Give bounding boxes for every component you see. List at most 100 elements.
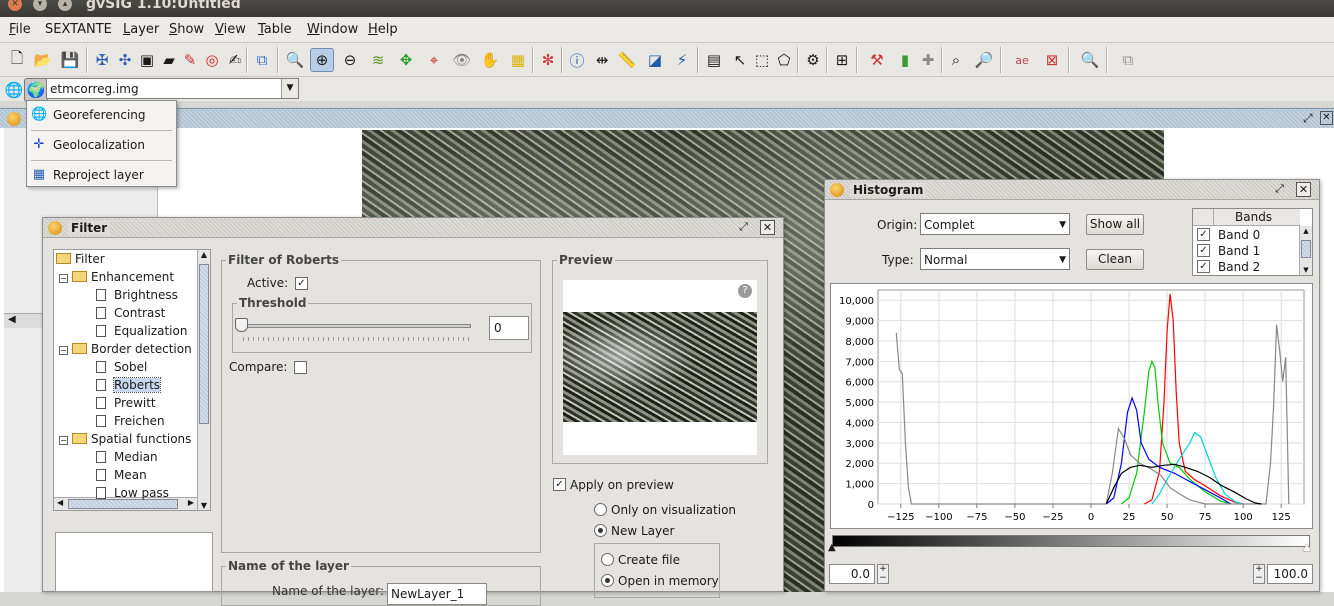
zoom-full-icon[interactable]: ✥ <box>394 48 418 72</box>
show-all-button[interactable]: Show all <box>1086 214 1144 235</box>
select-poly-icon[interactable]: ⬠ <box>772 48 796 72</box>
help-icon[interactable]: ? <box>738 284 752 298</box>
select-rect-icon[interactable]: ⬚ <box>750 48 774 72</box>
sextante-icon[interactable]: ✻ <box>536 48 560 72</box>
tree-node-spatial-functions[interactable]: − Spatial functions <box>59 431 191 448</box>
threshold-slider-track[interactable] <box>243 324 471 328</box>
type-select[interactable]: Normal ▼ <box>920 248 1070 270</box>
clean-button[interactable]: Clean <box>1086 249 1144 270</box>
open-memory-radio[interactable] <box>601 574 614 587</box>
band-checkbox[interactable]: ✓ <box>1197 244 1210 257</box>
max-stepper[interactable]: + − <box>1253 564 1265 584</box>
geo-menu-item-reproject-layer[interactable]: ▦ Reproject layer <box>27 162 176 188</box>
threshold-slider-handle[interactable] <box>235 318 248 332</box>
georef-menu-button[interactable]: 🌍 <box>24 78 48 102</box>
band-checkbox[interactable]: ✓ <box>1197 228 1210 241</box>
menu-sextante[interactable]: SEXTANTE <box>45 22 112 37</box>
close-window-button[interactable]: ✕ <box>8 0 22 11</box>
maximize-window-button[interactable]: ▴ <box>58 0 72 11</box>
measure-distance-icon[interactable]: ⇹ <box>590 48 614 72</box>
bands-scrollbar[interactable]: ▲ ▼ <box>1299 226 1312 275</box>
green-layer-icon[interactable]: ▮ <box>893 48 917 72</box>
zoom-out-icon[interactable]: ⊖ <box>338 48 362 72</box>
compare-checkbox[interactable] <box>294 361 307 374</box>
menu-view[interactable]: View <box>215 22 246 37</box>
hyperlink-icon[interactable]: ⚡ <box>670 48 694 72</box>
max-value-input[interactable]: 100.0 <box>1267 564 1313 584</box>
grid-icon[interactable]: ⊞ <box>830 48 854 72</box>
layer-name-input[interactable]: NewLayer_1 <box>387 583 487 605</box>
tree-node-mean[interactable]: Mean <box>96 467 147 484</box>
save-icon[interactable]: 💾 <box>58 48 82 72</box>
locator-icon[interactable]: ⌕ <box>944 48 968 72</box>
tree-node-filter[interactable]: Filter <box>56 251 105 268</box>
tree-node-brightness[interactable]: Brightness <box>96 287 178 304</box>
tree-node-equalization[interactable]: Equalization <box>96 323 187 340</box>
view-icon[interactable]: 👁 <box>450 48 474 72</box>
zoom-tool-icon[interactable]: 🔍 <box>283 48 307 72</box>
new-layer-radio[interactable] <box>594 524 607 537</box>
paint-tool-icon[interactable]: ✎ <box>178 48 202 72</box>
band-row[interactable]: ✓ Band 1 <box>1193 243 1300 259</box>
tree-vertical-scrollbar[interactable]: ▲ ▼ <box>197 250 210 510</box>
tree-node-border-detection[interactable]: − Border detection <box>59 341 192 358</box>
tree-node-enhancement[interactable]: − Enhancement <box>59 269 174 286</box>
threshold-input[interactable]: 0 <box>489 316 529 340</box>
ruler-icon[interactable]: 📏 <box>615 48 639 72</box>
raster-tool-icon[interactable]: ▣ <box>135 48 159 72</box>
range-gradient-bar[interactable] <box>832 535 1310 547</box>
magnifier-icon[interactable]: 🔍 <box>1078 48 1102 72</box>
georef-tool-icon[interactable]: ✠ <box>90 48 114 72</box>
chevron-down-icon[interactable]: ▼ <box>1059 220 1066 230</box>
pan-hand-icon[interactable]: ✋ <box>478 48 502 72</box>
chevron-down-icon[interactable]: ▼ <box>281 79 298 98</box>
min-stepper[interactable]: + − <box>877 564 889 584</box>
maximize-icon[interactable]: ⤢ <box>1303 111 1317 125</box>
close-icon[interactable]: ✕ <box>1320 111 1333 125</box>
transform-tool-icon[interactable]: ✣ <box>113 48 137 72</box>
collapse-icon[interactable]: − <box>59 436 68 445</box>
apply-preview-checkbox[interactable]: ✓ <box>553 478 566 491</box>
edit-icon[interactable]: ✍ <box>223 48 247 72</box>
layer-selector[interactable]: etmcorreg.img ▼ <box>46 78 299 99</box>
min-value-input[interactable]: 0.0 <box>829 564 875 584</box>
active-checkbox[interactable]: ✓ <box>295 277 308 290</box>
map-tool-icon[interactable]: ⊠ <box>1040 48 1064 72</box>
text-tool-icon[interactable]: ae <box>1010 48 1034 72</box>
globe-icon[interactable]: 🌐 <box>2 78 26 102</box>
table-icon[interactable]: ▤ <box>702 48 726 72</box>
menu-layer[interactable]: Layer <box>123 22 159 37</box>
max-range-handle[interactable]: ▲ <box>1303 542 1311 553</box>
collapse-icon[interactable]: − <box>59 274 68 283</box>
tree-node-low-pass[interactable]: Low pass <box>96 485 169 502</box>
menu-help[interactable]: Help <box>368 22 398 37</box>
select-icon[interactable]: ▦ <box>506 48 530 72</box>
band-row[interactable]: ✓ Band 2 <box>1193 259 1300 275</box>
zoom-select-icon[interactable]: ⌖ <box>422 48 446 72</box>
filter-tree[interactable]: ▲ ▼ ◀ ▶ Filter − Enhancement Brightness Cont… <box>53 249 211 511</box>
plus-icon[interactable]: ✚ <box>916 48 940 72</box>
geo-menu-item-geolocalization[interactable]: ✛ Geolocalization <box>27 132 176 158</box>
geo-menu-item-georeferencing[interactable]: 🌐 Georeferencing <box>27 102 176 128</box>
collapse-icon[interactable]: − <box>59 346 68 355</box>
info-icon[interactable]: ⓘ <box>565 48 589 72</box>
tree-node-freichen[interactable]: Freichen <box>96 413 165 430</box>
menu-file[interactable]: File <box>9 22 31 37</box>
layers-icon[interactable]: ≋ <box>366 48 390 72</box>
maximize-icon[interactable]: ⤢ <box>736 220 751 235</box>
tree-node-contrast[interactable]: Contrast <box>96 305 165 322</box>
tools-icon[interactable]: ⚒ <box>865 48 889 72</box>
min-range-handle[interactable]: ▲ <box>828 542 836 553</box>
tree-node-prewitt[interactable]: Prewitt <box>96 395 156 412</box>
origin-select[interactable]: Complet ▼ <box>920 213 1070 235</box>
minimize-window-button[interactable]: ▾ <box>33 0 47 11</box>
tree-node-median[interactable]: Median <box>96 449 158 466</box>
maximize-icon[interactable]: ⤢ <box>1272 182 1287 197</box>
only-visualization-radio[interactable] <box>594 503 607 516</box>
add-layer-icon[interactable]: ⧉ <box>250 48 274 72</box>
close-icon[interactable]: ✕ <box>760 220 775 235</box>
menu-table[interactable]: Table <box>258 22 292 37</box>
area-icon[interactable]: ◪ <box>643 48 667 72</box>
chevron-down-icon[interactable]: ▼ <box>1059 255 1066 265</box>
tree-node-roberts[interactable]: Roberts <box>96 377 162 394</box>
